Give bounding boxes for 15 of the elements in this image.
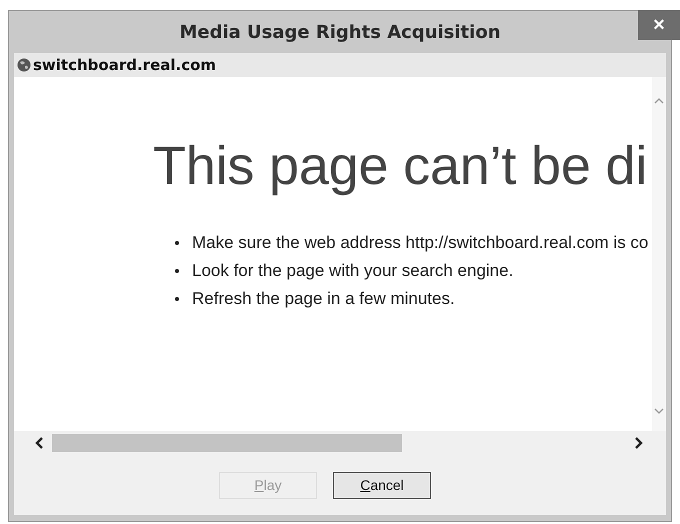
vertical-scrollbar[interactable] — [652, 77, 666, 431]
tip-text: Refresh the page in a few minutes. — [192, 289, 455, 309]
cancel-button[interactable]: Cancel — [333, 472, 431, 498]
scrollbar-thumb[interactable] — [52, 434, 402, 452]
bullet-icon — [175, 241, 179, 245]
tip-text: Make sure the web address http://switchboard.real.com is co — [192, 233, 648, 253]
horizontal-scrollbar[interactable] — [14, 431, 666, 455]
bullet-icon — [175, 269, 179, 273]
window-title: Media Usage Rights Acquisition — [179, 22, 501, 42]
site-address: switchboard.real.com — [33, 56, 216, 74]
globe-icon — [17, 58, 31, 72]
error-heading: This page can’t be di — [153, 135, 648, 197]
bullet-icon — [175, 297, 179, 301]
close-button[interactable]: × — [638, 10, 680, 40]
tip-text: Look for the page with your search engine. — [192, 261, 514, 281]
